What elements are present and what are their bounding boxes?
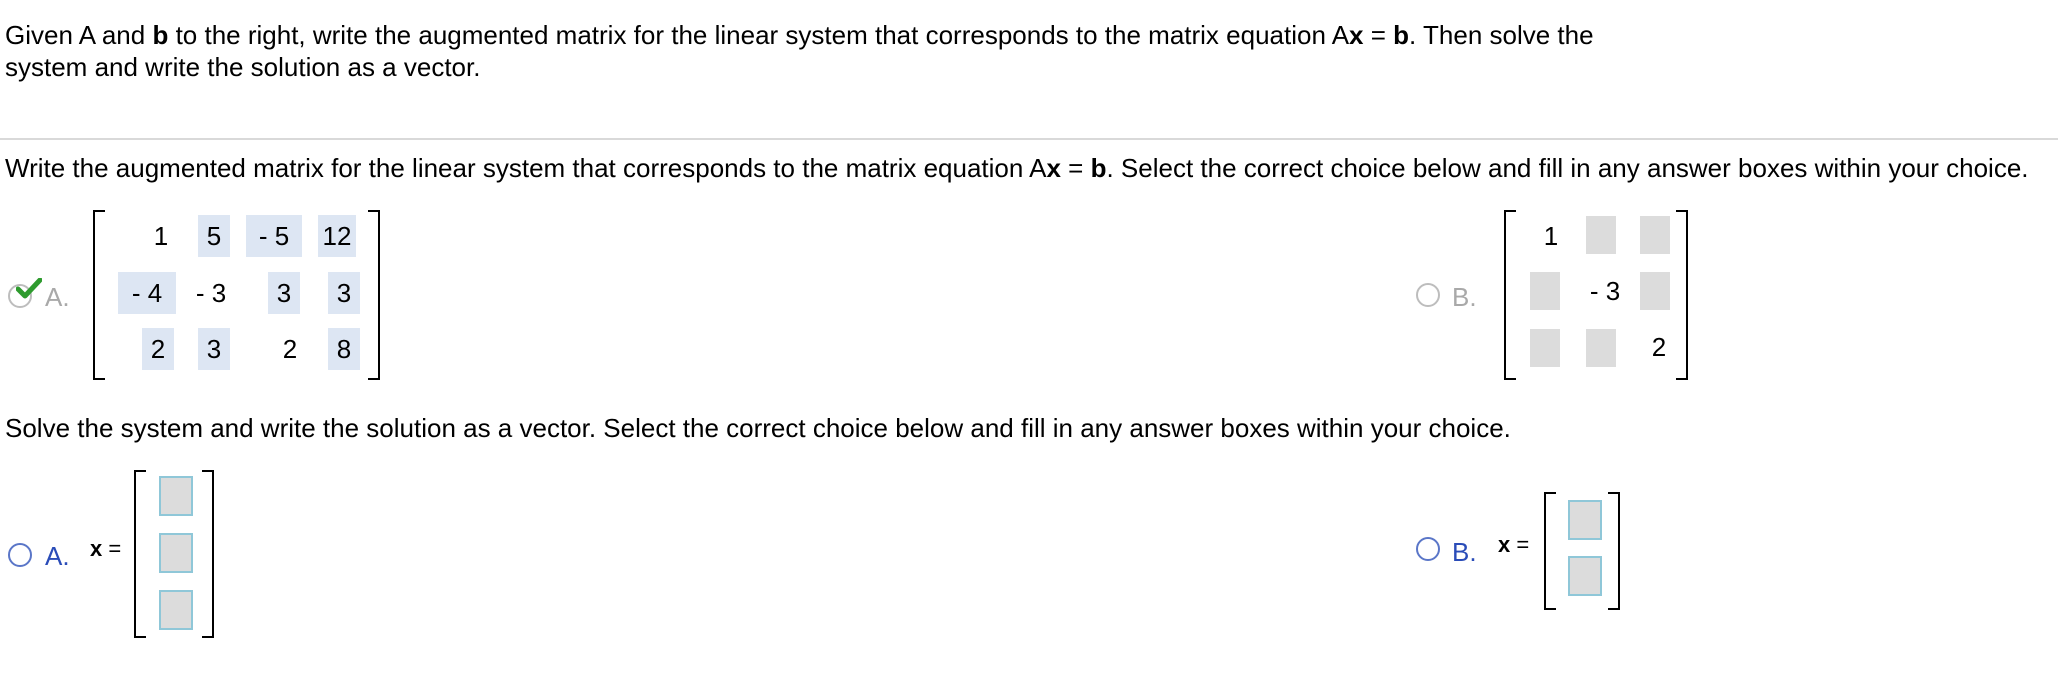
section-divider [0,138,2058,140]
matrix-cell: - 3 [1589,276,1621,306]
intro-text: Given A and [5,20,153,50]
matrix-cell[interactable]: - 3 [188,272,234,314]
matrix-cell[interactable]: 2 [142,328,174,370]
matrix-right-bracket [368,210,380,380]
q1-prompt: Write the augmented matrix for the linea… [5,153,2029,183]
matrix-cell[interactable]: 3 [328,272,360,314]
matrix-cell[interactable]: 3 [198,328,230,370]
q1-choice-a-label[interactable]: A. [45,282,70,312]
solution-answer-box[interactable] [159,533,193,573]
vector-left-bracket [1544,492,1556,610]
checkmark-icon [16,278,42,299]
matrix-left-bracket [93,210,105,380]
matrix-cell[interactable]: 3 [268,272,300,314]
q2-prompt: Solve the system and write the solution … [5,413,1511,443]
q1-prompt-text: Write the augmented matrix for the linea… [5,153,1047,183]
equals-sign: = [102,536,122,561]
intro-text: = [1363,20,1394,50]
q2-choice-b-radio[interactable] [1416,537,1440,561]
q1-choice-b-label[interactable]: B. [1452,282,1477,312]
q1-choice-b-radio[interactable] [1416,283,1440,307]
matrix-cell[interactable]: 1 [145,215,177,257]
intro-line-1: Given A and b to the right, write the au… [5,20,1594,50]
answer-box[interactable] [1640,216,1670,254]
matrix-cell[interactable]: - 5 [246,215,302,257]
answer-box[interactable] [1586,216,1616,254]
intro-text: to the right, write the augmented matrix… [168,20,1350,50]
matrix-left-bracket [1504,210,1516,380]
intro-text-bold: x [1349,20,1364,50]
solution-answer-box[interactable] [159,476,193,516]
solution-lhs: x = [90,536,121,562]
matrix-cell[interactable]: 5 [198,215,230,257]
q1-prompt-text: = [1060,153,1091,183]
answer-box[interactable] [1640,272,1670,310]
matrix-cell[interactable]: 8 [328,328,360,370]
answer-box[interactable] [1530,329,1560,367]
matrix-right-bracket [1676,210,1688,380]
solution-answer-box[interactable] [1568,500,1602,540]
q1-prompt-bold: x [1046,153,1061,183]
vector-right-bracket [1608,492,1620,610]
q1-prompt-text: . Select the correct choice below and fi… [1106,153,2029,183]
matrix-cell: 2 [1651,332,1667,362]
vector-left-bracket [134,470,146,638]
x-symbol: x [90,536,103,561]
vector-right-bracket [202,470,214,638]
intro-line-2: system and write the solution as a vecto… [5,52,481,82]
q2-choice-a-radio[interactable] [8,543,32,567]
solution-answer-box[interactable] [1568,556,1602,596]
matrix-cell[interactable]: 2 [275,328,305,370]
matrix-cell[interactable]: 12 [318,215,356,257]
matrix-cell: 1 [1543,221,1559,251]
q2-choice-b-label[interactable]: B. [1452,537,1477,567]
intro-text-bold: b [152,20,169,50]
answer-box[interactable] [1530,272,1560,310]
q2-choice-a-label[interactable]: A. [45,541,70,571]
intro-text: . Then solve the [1409,20,1594,50]
answer-box[interactable] [1586,329,1616,367]
equals-sign: = [1510,532,1530,557]
intro-text-bold: b [1393,20,1410,50]
q1-choice-a-radio[interactable] [8,278,42,312]
solution-lhs: x = [1498,532,1529,558]
matrix-cell[interactable]: - 4 [118,272,176,314]
solution-answer-box[interactable] [159,590,193,630]
x-symbol: x [1498,532,1511,557]
q1-prompt-bold: b [1090,153,1107,183]
